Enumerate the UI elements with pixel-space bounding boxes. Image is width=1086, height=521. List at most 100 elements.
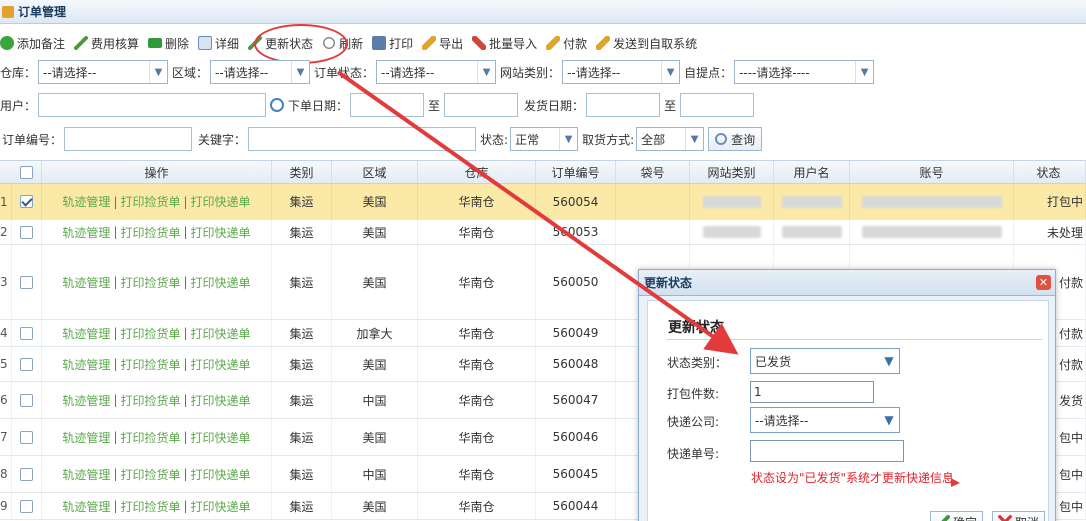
- print-button[interactable]: 打印: [372, 35, 413, 52]
- row-number: 1: [0, 184, 12, 219]
- row-checkbox-cell[interactable]: [12, 184, 42, 219]
- send-arrow-icon: [596, 36, 611, 50]
- send-to-pickup-button[interactable]: 发送到自取系统: [596, 35, 697, 52]
- ok-button[interactable]: 确定: [930, 511, 984, 521]
- row-checkbox-cell[interactable]: [12, 419, 42, 455]
- row-checkbox[interactable]: [20, 467, 33, 481]
- row-checkbox[interactable]: [20, 430, 33, 444]
- row-checkbox-cell[interactable]: [12, 320, 42, 346]
- tracking-input[interactable]: [750, 440, 904, 462]
- grid-header: 操作 类别 区域 仓库 订单编号 袋号 网站类别 用户名 账号 状态: [0, 160, 1086, 184]
- row-checkbox-cell[interactable]: [12, 382, 42, 418]
- row-number: 5: [0, 347, 12, 381]
- batch-import-button[interactable]: 批量导入: [472, 35, 537, 52]
- order-status-label: 订单状态：: [314, 65, 375, 80]
- row-checkbox-cell[interactable]: [12, 456, 42, 492]
- keyword-input[interactable]: [248, 127, 477, 151]
- op-separator: |: [183, 275, 188, 289]
- fee-accounting-button[interactable]: 费用核算: [74, 35, 139, 52]
- table-row[interactable]: 2 轨迹管理 | 打印捡货单 | 打印快递单 集运 美国 华南仓 560053 未处理: [0, 220, 1086, 245]
- pickup-select[interactable]: ----请选择---- ▼: [734, 60, 875, 84]
- print-express-link[interactable]: 打印快递单: [191, 356, 251, 373]
- row-number: 7: [0, 419, 12, 455]
- row-checkbox[interactable]: [20, 225, 33, 239]
- pay-button[interactable]: 付款: [546, 35, 587, 52]
- status-type-select[interactable]: 已发货 ▼: [750, 348, 900, 374]
- export-button[interactable]: 导出: [422, 35, 463, 52]
- update-status-button[interactable]: 更新状态: [248, 35, 313, 52]
- pack-count-input[interactable]: 1: [750, 381, 874, 403]
- row-checkbox-cell[interactable]: [12, 493, 42, 519]
- print-pick-link[interactable]: 打印捡货单: [120, 274, 180, 291]
- header-order-no: 订单编号: [536, 161, 616, 183]
- warehouse-select[interactable]: --请选择-- ▼: [38, 60, 169, 84]
- table-row[interactable]: 1 轨迹管理 | 打印捡货单 | 打印快递单 集运 美国 华南仓 560054 打包中: [0, 184, 1086, 220]
- site-type-select[interactable]: --请选择-- ▼: [562, 60, 681, 84]
- print-express-link[interactable]: 打印快递单: [191, 193, 251, 210]
- op-separator: |: [113, 326, 118, 340]
- status-select[interactable]: 正常 ▼: [510, 127, 579, 151]
- cell-region: 中国: [332, 382, 418, 418]
- print-express-link[interactable]: 打印快递单: [191, 498, 251, 515]
- query-button[interactable]: 查询: [708, 127, 763, 151]
- row-checkbox-cell[interactable]: [12, 245, 42, 319]
- row-checkbox[interactable]: [20, 195, 33, 208]
- order-date-to-input[interactable]: [444, 93, 519, 117]
- select-all-checkbox[interactable]: [20, 165, 33, 179]
- track-link[interactable]: 轨迹管理: [62, 466, 110, 483]
- user-input[interactable]: [38, 93, 267, 117]
- refresh-label: 刷新: [339, 36, 364, 51]
- pickup-method-select[interactable]: 全部 ▼: [636, 127, 705, 151]
- refresh-button[interactable]: 刷新: [322, 35, 363, 52]
- row-checkbox[interactable]: [20, 499, 33, 513]
- add-note-button[interactable]: 添加备注: [0, 35, 65, 52]
- print-express-link[interactable]: 打印快递单: [191, 224, 251, 241]
- cell-bag: [616, 184, 690, 219]
- print-pick-link[interactable]: 打印捡货单: [120, 325, 180, 342]
- courier-select[interactable]: --请选择-- ▼: [750, 407, 900, 433]
- print-pick-link[interactable]: 打印捡货单: [120, 356, 180, 373]
- track-link[interactable]: 轨迹管理: [62, 274, 110, 291]
- print-express-link[interactable]: 打印快递单: [191, 325, 251, 342]
- track-link[interactable]: 轨迹管理: [62, 429, 110, 446]
- print-pick-link[interactable]: 打印捡货单: [120, 193, 180, 210]
- order-status-select[interactable]: --请选择-- ▼: [376, 60, 497, 84]
- print-express-link[interactable]: 打印快递单: [191, 392, 251, 409]
- search-icon[interactable]: [270, 98, 285, 112]
- print-pick-link[interactable]: 打印捡货单: [120, 224, 180, 241]
- track-link[interactable]: 轨迹管理: [62, 392, 110, 409]
- ship-date-from-input[interactable]: [586, 93, 661, 117]
- track-link[interactable]: 轨迹管理: [62, 498, 110, 515]
- order-no-input[interactable]: [64, 127, 193, 151]
- header-select-all[interactable]: [12, 161, 42, 183]
- print-pick-link[interactable]: 打印捡货单: [120, 429, 180, 446]
- track-link[interactable]: 轨迹管理: [62, 224, 110, 241]
- track-link[interactable]: 轨迹管理: [62, 193, 110, 210]
- row-checkbox-cell[interactable]: [12, 347, 42, 381]
- track-link[interactable]: 轨迹管理: [62, 325, 110, 342]
- print-pick-link[interactable]: 打印捡货单: [120, 498, 180, 515]
- window-title: 订单管理: [18, 5, 67, 19]
- print-express-link[interactable]: 打印快递单: [191, 274, 251, 291]
- order-date-from-input[interactable]: [350, 93, 425, 117]
- row-checkbox[interactable]: [20, 326, 33, 340]
- print-pick-link[interactable]: 打印捡货单: [120, 392, 180, 409]
- ship-date-to-input[interactable]: [680, 93, 755, 117]
- row-checkbox[interactable]: [20, 393, 33, 407]
- ship-date-label: 发货日期：: [524, 98, 585, 113]
- region-select[interactable]: --请选择-- ▼: [210, 60, 311, 84]
- op-separator: |: [113, 275, 118, 289]
- track-link[interactable]: 轨迹管理: [62, 356, 110, 373]
- print-express-link[interactable]: 打印快递单: [191, 429, 251, 446]
- cancel-button[interactable]: 取消: [992, 511, 1046, 521]
- print-express-link[interactable]: 打印快递单: [191, 466, 251, 483]
- row-number: 6: [0, 382, 12, 418]
- detail-button[interactable]: 详细: [198, 35, 239, 52]
- row-checkbox-cell[interactable]: [12, 220, 42, 244]
- header-user: 用户名: [774, 161, 850, 183]
- close-icon[interactable]: ✕: [1036, 275, 1051, 290]
- row-checkbox[interactable]: [20, 275, 33, 289]
- print-pick-link[interactable]: 打印捡货单: [120, 466, 180, 483]
- delete-button[interactable]: 删除: [148, 35, 189, 52]
- row-checkbox[interactable]: [20, 357, 33, 371]
